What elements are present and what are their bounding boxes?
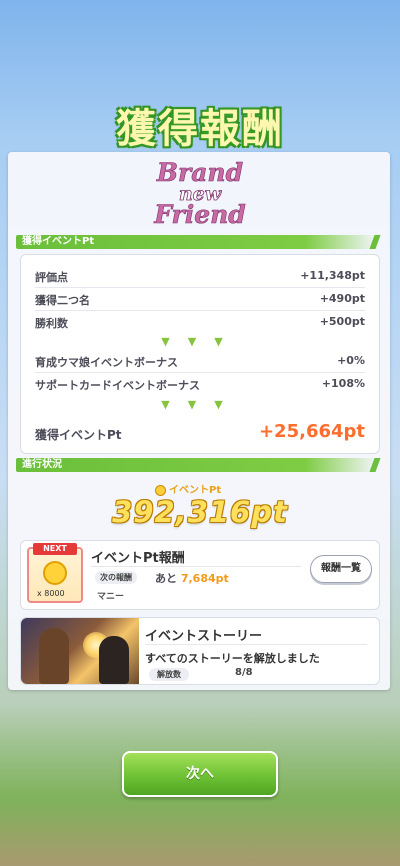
points-row-uma-bonus: 育成ウマ娘イベントボーナス +0% (35, 354, 365, 372)
row-label: 勝利数 (35, 317, 68, 330)
story-thumbnail (21, 618, 139, 684)
money-coin-icon (43, 561, 67, 585)
reward-title: イベントPt報酬 (91, 551, 185, 566)
section-header-points-label: 獲得イベントPt (22, 236, 95, 247)
unlock-count-label: 解放数 (149, 668, 189, 681)
remaining-value: 7,684pt (180, 572, 229, 585)
story-title: イベントストーリー (145, 629, 263, 644)
event-logo: Brand new Friend (125, 158, 275, 229)
row-label: 獲得二つ名 (35, 294, 90, 307)
points-breakdown-box: 評価点 +11,348pt 獲得二つ名 +490pt 勝利数 +500pt ▼▼… (20, 254, 380, 454)
points-row-epithet: 獲得二つ名 +490pt (35, 292, 365, 310)
row-value: +108% (321, 377, 365, 390)
arrow-down-icon: ▼▼▼ (161, 335, 241, 348)
points-total-label: 獲得イベントPt (35, 428, 122, 442)
event-pt-coin-icon (155, 484, 166, 496)
row-label: 評価点 (35, 271, 68, 284)
next-button[interactable]: 次へ (122, 751, 278, 797)
remaining-prefix: あと (155, 572, 177, 585)
event-story-card[interactable]: イベントストーリー すべてのストーリーを解放しました 解放数 8/8 (20, 617, 380, 685)
page-title: 獲得報酬 (116, 106, 284, 152)
row-value: +500pt (319, 315, 365, 328)
points-total-value: +25,664pt (258, 421, 365, 442)
row-value: +0% (337, 354, 365, 367)
divider (35, 310, 365, 311)
points-row-support-bonus: サポートカードイベントボーナス +108% (35, 377, 365, 395)
reward-quantity: x 8000 (37, 589, 65, 598)
points-row-wins: 勝利数 +500pt (35, 315, 365, 333)
row-value: +490pt (319, 292, 365, 305)
row-label: サポートカードイベントボーナス (35, 379, 200, 392)
event-pt-badge: イベントPt (155, 481, 221, 496)
event-logo-line3: Friend (154, 200, 246, 229)
points-row-evaluation: 評価点 +11,348pt (35, 269, 365, 287)
arrow-down-icon: ▼▼▼ (161, 398, 241, 411)
next-tag: NEXT (33, 543, 77, 555)
total-event-points: 392,316pt (112, 495, 288, 529)
section-header-progress: 進行状況 (16, 458, 381, 472)
reward-item-name: マニー (97, 592, 125, 602)
reward-list-button[interactable]: 報酬一覧 (310, 555, 372, 583)
reward-card: NEXT x 8000 イベントPt報酬 次の報酬 あと 7,684pt マニー… (20, 540, 380, 610)
divider (91, 566, 301, 567)
unlock-count-value: 8/8 (235, 667, 253, 678)
row-value: +11,348pt (300, 269, 365, 282)
row-label: 育成ウマ娘イベントボーナス (35, 356, 178, 369)
story-description: すべてのストーリーを解放しました (145, 652, 320, 665)
event-logo-line1: Brand (156, 158, 244, 187)
next-reward-label: 次の報酬 (95, 571, 137, 584)
points-total-row: 獲得イベントPt +25,664pt (35, 421, 365, 445)
remaining-points: あと 7,684pt (155, 570, 229, 586)
section-header-points: 獲得イベントPt (16, 235, 381, 249)
divider (145, 644, 367, 645)
reward-item-icon: NEXT x 8000 (27, 543, 83, 603)
divider (35, 372, 365, 373)
section-header-progress-label: 進行状況 (22, 459, 62, 470)
divider (35, 287, 365, 288)
